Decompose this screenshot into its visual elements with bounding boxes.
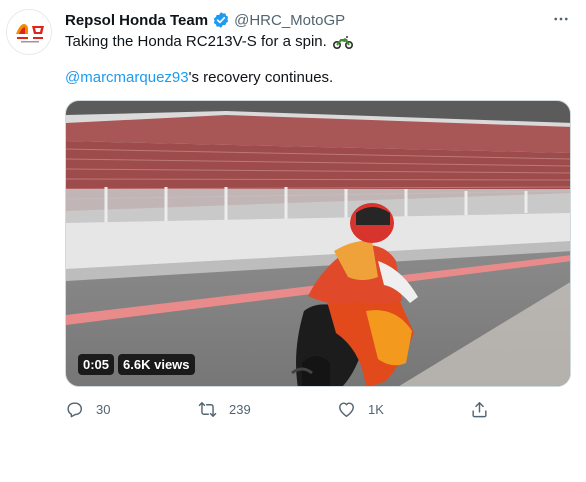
tweet-header: Repsol Honda Team @HRC_MotoGP [65, 9, 345, 31]
tweet-actions: 30 239 1K [65, 397, 495, 421]
tweet-text-rest: 's recovery continues. [188, 69, 334, 86]
like-button[interactable]: 1K [337, 397, 384, 421]
tweet-text: Taking the Honda RC213V-S for a spin. [65, 33, 327, 50]
video-player[interactable]: 0:05 6.6K views [65, 100, 571, 387]
like-count: 1K [368, 401, 384, 417]
tweet-text-line1: Taking the Honda RC213V-S for a spin. [65, 32, 353, 52]
retweet-button[interactable]: 239 [198, 397, 251, 421]
reply-button[interactable]: 30 [65, 397, 110, 421]
video-views: 6.6K views [118, 354, 195, 375]
tweet-text-line2: @marcmarquez93's recovery continues. [65, 68, 333, 88]
retweet-icon [198, 401, 217, 417]
share-icon [472, 401, 487, 417]
mention-link[interactable]: @marcmarquez93 [65, 69, 189, 86]
user-handle[interactable]: @HRC_MotoGP [234, 12, 345, 29]
reply-count: 30 [96, 401, 111, 417]
video-badges: 0:05 6.6K views [78, 354, 195, 375]
share-button[interactable] [470, 397, 489, 421]
reply-icon [67, 401, 83, 417]
repsol-honda-logo [7, 10, 51, 54]
motorcycle-emoji-icon [332, 35, 353, 49]
display-name[interactable]: Repsol Honda Team [65, 12, 208, 29]
avatar[interactable] [6, 9, 52, 55]
retweet-count: 239 [229, 401, 251, 417]
more-options-icon[interactable] [548, 8, 574, 30]
verified-badge-icon [212, 11, 230, 29]
tweet-card[interactable]: Repsol Honda Team @HRC_MotoGP Taking the… [0, 0, 586, 482]
video-thumbnail [66, 101, 570, 386]
video-duration: 0:05 [78, 354, 115, 375]
heart-icon [339, 401, 354, 417]
